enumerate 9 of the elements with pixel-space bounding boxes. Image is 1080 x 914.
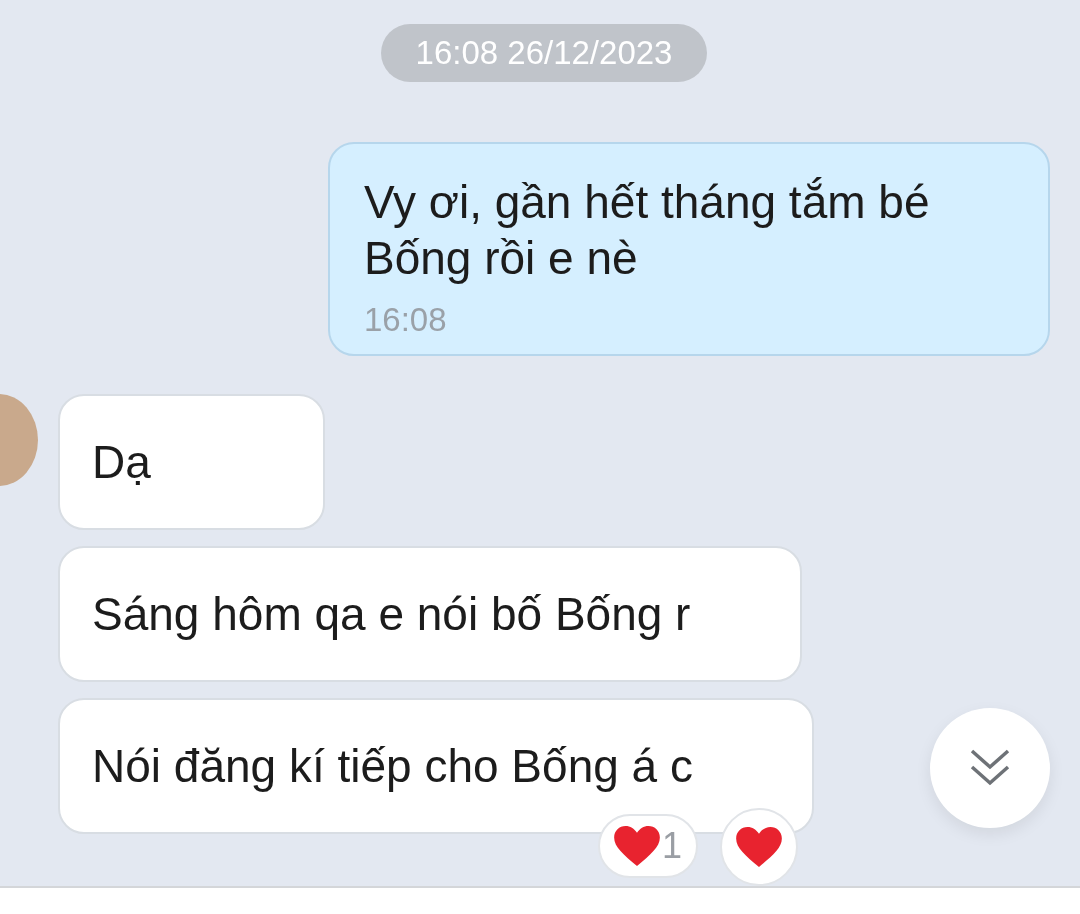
heart-icon xyxy=(614,826,660,866)
reaction-count[interactable]: 1 xyxy=(598,814,699,878)
heart-icon xyxy=(736,827,783,867)
message-text: Dạ xyxy=(92,435,152,490)
message-text: Sáng hôm qa e nói bố Bống r xyxy=(92,587,692,642)
message-time: 16:08 xyxy=(364,300,448,340)
date-divider: 16:08 26/12/2023 xyxy=(380,24,708,82)
message-text: Vy ơi, gần hết tháng tắm bé Bống rồi e nè xyxy=(364,175,931,286)
message-text: Nói đăng kí tiếp cho Bống á c xyxy=(92,739,694,794)
